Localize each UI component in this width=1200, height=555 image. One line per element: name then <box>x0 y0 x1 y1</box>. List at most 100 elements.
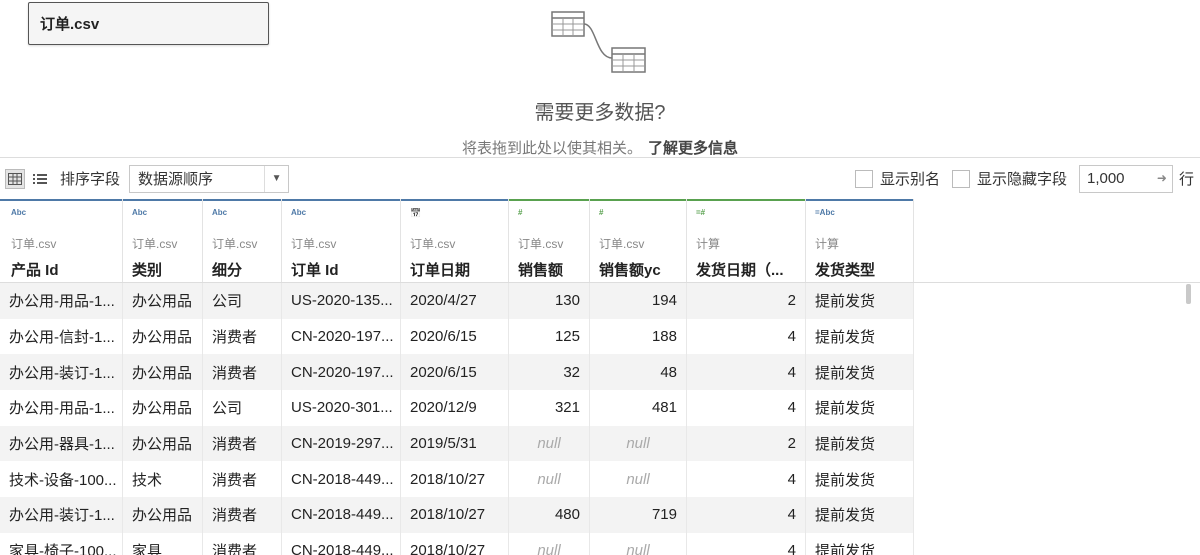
table-row[interactable]: 办公用-信封-1... 办公用品 消费者 CN-2020-197... 2020/6/1… <box>0 318 1200 355</box>
table-cell[interactable]: CN-2018-449... <box>282 461 401 498</box>
table-cell[interactable]: 2020/12/9 <box>401 390 509 426</box>
rows-input[interactable]: 1,000 ➜ <box>1078 164 1173 193</box>
table-cell[interactable]: 2020/6/15 <box>401 354 509 391</box>
table-cell[interactable]: null <box>509 425 590 462</box>
table-cell[interactable]: null <box>590 532 687 555</box>
table-cell[interactable]: 2018/10/27 <box>401 461 509 498</box>
table-cell[interactable]: 2018/10/27 <box>401 497 509 533</box>
column-header[interactable]: Abc 订单.csv 类别 <box>123 199 203 282</box>
table-row[interactable]: 办公用-装订-1... 办公用品 消费者 CN-2018-449... 2018/10/… <box>0 497 1200 533</box>
table-cell[interactable]: US-2020-135... <box>282 283 401 319</box>
table-cell[interactable]: 提前发货 <box>806 390 914 426</box>
table-cell[interactable]: 消费者 <box>203 497 282 533</box>
table-cell[interactable]: 办公用品 <box>123 425 203 462</box>
table-cell[interactable]: 2020/6/15 <box>401 318 509 355</box>
table-cell[interactable]: 消费者 <box>203 532 282 555</box>
table-cell[interactable]: 提前发货 <box>806 497 914 533</box>
table-cell[interactable]: 480 <box>509 497 590 533</box>
table-cell[interactable]: 家具 <box>123 532 203 555</box>
table-cell[interactable]: 2 <box>687 283 806 319</box>
table-cell[interactable]: CN-2020-197... <box>282 354 401 391</box>
table-cell[interactable]: 2020/4/27 <box>401 283 509 319</box>
table-cell[interactable]: 提前发货 <box>806 532 914 555</box>
table-cell[interactable]: 4 <box>687 497 806 533</box>
table-cell[interactable]: 公司 <box>203 390 282 426</box>
data-type-icon[interactable]: # <box>518 208 522 217</box>
table-cell[interactable]: 2019/5/31 <box>401 425 509 462</box>
show-alias-toggle[interactable]: 显示别名 <box>854 168 940 189</box>
table-cell[interactable]: 提前发货 <box>806 461 914 498</box>
table-cell[interactable]: 办公用-信封-1... <box>0 318 123 355</box>
table-cell[interactable]: CN-2018-449... <box>282 497 401 533</box>
table-cell[interactable]: 194 <box>590 283 687 319</box>
table-row[interactable]: 办公用-装订-1... 办公用品 消费者 CN-2020-197... 2020/6/1… <box>0 354 1200 391</box>
table-cell[interactable]: 2 <box>687 425 806 462</box>
table-cell[interactable]: 办公用品 <box>123 497 203 533</box>
column-header[interactable]: Abc 订单.csv 产品 Id <box>0 199 123 282</box>
data-type-icon[interactable]: =# <box>696 208 705 217</box>
table-row[interactable]: 家具-椅子-100... 家具 消费者 CN-2018-449... 2018/10/2… <box>0 532 1200 555</box>
table-cell[interactable]: 提前发货 <box>806 318 914 355</box>
data-type-icon[interactable]: Abc <box>212 208 227 217</box>
grid-view-icon[interactable] <box>5 168 25 189</box>
table-cell[interactable]: 家具-椅子-100... <box>0 532 123 555</box>
table-cell[interactable]: 提前发货 <box>806 354 914 391</box>
table-cell[interactable]: 办公用-装订-1... <box>0 497 123 533</box>
table-cell[interactable]: 消费者 <box>203 461 282 498</box>
table-cell[interactable]: null <box>590 461 687 498</box>
table-pill[interactable]: 订单.csv <box>28 2 269 45</box>
table-cell[interactable]: 办公用-用品-1... <box>0 283 123 319</box>
table-cell[interactable]: 办公用-器具-1... <box>0 425 123 462</box>
table-cell[interactable]: 4 <box>687 532 806 555</box>
table-cell[interactable]: 办公用品 <box>123 390 203 426</box>
table-cell[interactable]: 办公用-装订-1... <box>0 354 123 391</box>
table-cell[interactable]: 719 <box>590 497 687 533</box>
table-cell[interactable]: 公司 <box>203 283 282 319</box>
data-type-icon[interactable]: =Abc <box>815 208 835 217</box>
table-row[interactable]: 办公用-用品-1... 办公用品 公司 US-2020-301... 2020/12/9… <box>0 390 1200 426</box>
column-header[interactable]: 📅 订单.csv 订单日期 <box>401 199 509 282</box>
table-cell[interactable]: 技术-设备-100... <box>0 461 123 498</box>
table-cell[interactable]: US-2020-301... <box>282 390 401 426</box>
table-row[interactable]: 办公用-器具-1... 办公用品 消费者 CN-2019-297... 2019/5/3… <box>0 425 1200 462</box>
show-hidden-checkbox[interactable] <box>951 169 970 188</box>
column-header[interactable]: # 订单.csv 销售额yc <box>590 199 687 282</box>
sort-fields-dropdown[interactable]: 数据源顺序 ▼ <box>129 164 290 193</box>
table-cell[interactable]: 办公用品 <box>123 318 203 355</box>
table-cell[interactable]: CN-2019-297... <box>282 425 401 462</box>
table-cell[interactable]: 48 <box>590 354 687 391</box>
table-cell[interactable]: 提前发货 <box>806 425 914 462</box>
table-cell[interactable]: null <box>509 461 590 498</box>
table-cell[interactable]: 188 <box>590 318 687 355</box>
table-cell[interactable]: 提前发货 <box>806 283 914 319</box>
table-cell[interactable]: 481 <box>590 390 687 426</box>
table-cell[interactable]: CN-2018-449... <box>282 532 401 555</box>
table-cell[interactable]: 办公用品 <box>123 354 203 391</box>
table-cell[interactable]: 消费者 <box>203 425 282 462</box>
table-cell[interactable]: 321 <box>509 390 590 426</box>
table-row[interactable]: 办公用-用品-1... 办公用品 公司 US-2020-135... 2020/4/27… <box>0 283 1200 319</box>
table-row[interactable]: 技术-设备-100... 技术 消费者 CN-2018-449... 2018/10/2… <box>0 461 1200 498</box>
data-type-icon[interactable]: 📅 <box>410 208 421 219</box>
table-cell[interactable]: 办公用品 <box>123 283 203 319</box>
table-cell[interactable]: 消费者 <box>203 318 282 355</box>
table-cell[interactable]: 技术 <box>123 461 203 498</box>
table-cell[interactable]: CN-2020-197... <box>282 318 401 355</box>
column-header[interactable]: # 订单.csv 销售额 <box>509 199 590 282</box>
learn-more-link[interactable]: 了解更多信息 <box>648 140 738 157</box>
table-cell[interactable]: 4 <box>687 318 806 355</box>
vertical-scrollbar[interactable] <box>1186 284 1191 304</box>
table-cell[interactable]: 2018/10/27 <box>401 532 509 555</box>
apply-arrow-icon[interactable]: ➜ <box>1157 171 1167 185</box>
data-type-icon[interactable]: Abc <box>11 208 26 217</box>
table-cell[interactable]: 125 <box>509 318 590 355</box>
table-cell[interactable]: null <box>590 425 687 462</box>
column-header[interactable]: Abc 订单.csv 细分 <box>203 199 282 282</box>
data-type-icon[interactable]: # <box>599 208 603 217</box>
table-cell[interactable]: 130 <box>509 283 590 319</box>
column-header[interactable]: Abc 订单.csv 订单 Id <box>282 199 401 282</box>
list-view-icon[interactable] <box>30 169 50 189</box>
table-cell[interactable]: null <box>509 532 590 555</box>
table-cell[interactable]: 办公用-用品-1... <box>0 390 123 426</box>
table-cell[interactable]: 4 <box>687 390 806 426</box>
